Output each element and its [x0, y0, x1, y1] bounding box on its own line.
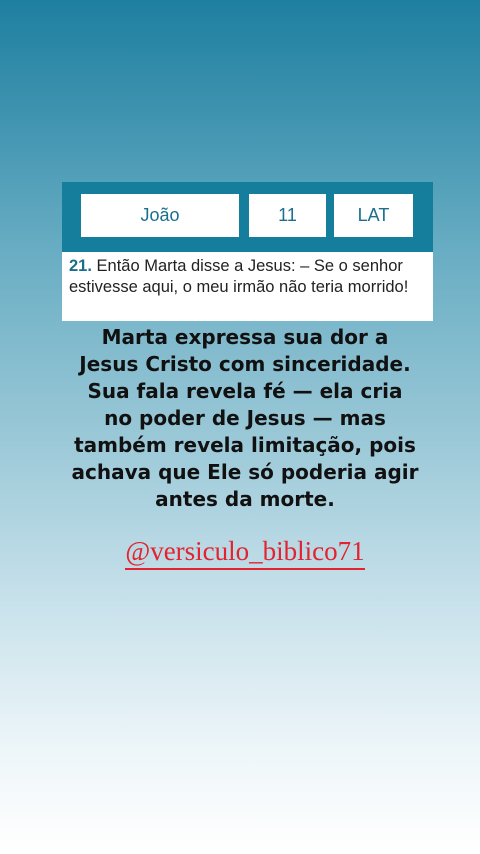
verse-selector-bar: João 11 LAT [62, 182, 433, 252]
author-handle: @versiculo_biblico71 [70, 534, 420, 570]
version-selector-button[interactable]: LAT [334, 194, 413, 237]
bible-verse-card: João 11 LAT 21. Então Marta disse a Jesu… [62, 182, 433, 321]
author-handle-text: @versiculo_biblico71 [125, 534, 365, 570]
commentary-text: Marta expressa sua dor a Jesus Cristo co… [71, 325, 419, 511]
verse-text: Então Marta disse a Jesus: – Se o senhor… [69, 257, 409, 296]
book-selector-button[interactable]: João [81, 194, 239, 237]
verse-text-block: 21. Então Marta disse a Jesus: – Se o se… [69, 256, 425, 297]
verse-number: 21. [69, 257, 92, 275]
chapter-selector-button[interactable]: 11 [249, 194, 326, 237]
